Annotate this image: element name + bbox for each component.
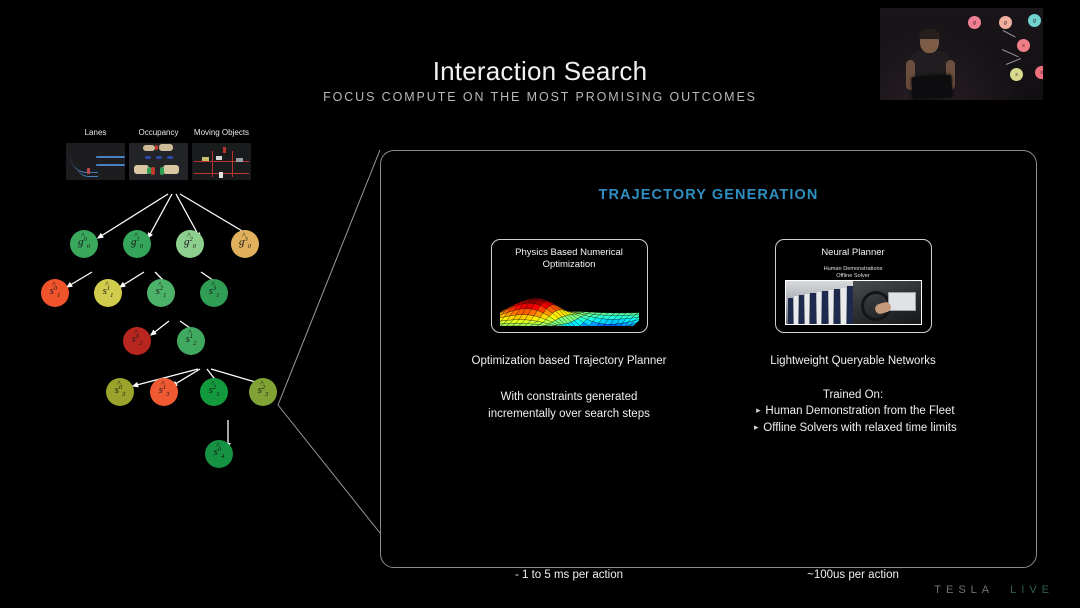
bullet-icon: ▸ (754, 422, 759, 433)
tree-node-s3_3[interactable]: ^ s23 (249, 378, 277, 406)
moving-objects-preview-image (192, 143, 251, 180)
physics-caption-main: Optimization based Trajectory Planner (471, 355, 667, 367)
thumbnail-lanes: Lanes (66, 128, 125, 180)
tree-node-g0_2[interactable]: ^ g20 (176, 230, 204, 258)
physics-caption-sub-line2: incrementally over search steps (488, 407, 650, 420)
interaction-search-tree: ^ g00 ^ g10 ^ g20 ^ g30 ^ s01 ^ s11 ^ s21 ^ s31 ^ s02 ^ s12… (20, 180, 320, 500)
tree-node-s2_0[interactable]: ^ s02 (123, 327, 151, 355)
tree-node-s2_1[interactable]: ^ s12 (177, 327, 205, 355)
trajectory-generation-panel: TRAJECTORY GENERATION Physics Based Nume… (380, 150, 1037, 581)
physics-card-title: Physics Based Numerical Optimization (515, 247, 623, 270)
neural-planner-photos (784, 280, 922, 325)
tree-node-s1_1[interactable]: ^ s11 (94, 279, 122, 307)
column-neural-planner: Neural Planner Human Demonstrations Offl… (703, 239, 1003, 581)
tree-node-s3_2[interactable]: ^ s23 (200, 378, 228, 406)
tree-node-s4_0[interactable]: ^ s04 (205, 440, 233, 468)
thumbnail-label-lanes: Lanes (84, 128, 107, 137)
stage-background (880, 8, 1043, 100)
server-racks-photo (785, 281, 853, 324)
tree-edge (65, 271, 93, 288)
tree-edge (147, 193, 173, 240)
presenter-video-thumbnail[interactable]: g g g s s s (880, 8, 1043, 100)
perception-thumbnails: Lanes Occupancy Moving Objects (66, 128, 256, 184)
tree-edges (65, 193, 271, 450)
neural-card-subtitle: Human Demonstrations Offline Solver (782, 266, 925, 281)
physics-caption-sub-line1: With constraints generated (500, 391, 638, 403)
neural-planner-card[interactable]: Neural Planner Human Demonstrations Offl… (774, 239, 932, 333)
driver-cockpit-photo (853, 281, 921, 324)
tesla-wordmark: TESLA (934, 584, 995, 596)
list-item: ▸ Human Demonstration from the Fleet (703, 403, 1003, 420)
live-wordmark: LIVE (1010, 584, 1054, 596)
tree-node-s1_2[interactable]: ^ s21 (147, 279, 175, 307)
trained-on-bullets: ▸ Human Demonstration from the Fleet ▸ Offl… (703, 403, 1003, 438)
physics-caption-sub: With constraints generated incrementally… (419, 389, 719, 422)
thumbnail-occupancy: Occupancy (129, 128, 188, 180)
neural-card-title: Neural Planner (821, 247, 885, 258)
list-item: ▸ Offline Solvers with relaxed time limit… (703, 420, 1003, 437)
thumbnail-moving-objects: Moving Objects (192, 128, 251, 180)
tree-node-g0_3[interactable]: ^ g30 (231, 230, 259, 258)
surface-plot-graphic (499, 297, 639, 326)
tree-node-s1_3[interactable]: ^ s31 (200, 279, 228, 307)
tree-node-s1_0[interactable]: ^ s01 (41, 279, 69, 307)
occupancy-preview-image (129, 143, 188, 180)
tree-node-g0_0[interactable]: ^ g00 (70, 230, 98, 258)
neural-timing: ~100us per action (807, 569, 899, 581)
neural-card-subtitle-line1: Human Demonstrations (823, 266, 883, 272)
neural-caption-main: Lightweight Queryable Networks (770, 355, 936, 367)
presenter-figure (906, 29, 955, 100)
tree-node-g0_1[interactable]: ^ g10 (123, 230, 151, 258)
panel-heading: TRAJECTORY GENERATION (598, 187, 819, 203)
physics-optimization-card[interactable]: Physics Based Numerical Optimization (490, 239, 648, 333)
lanes-preview-image (66, 143, 125, 180)
trained-on-label: Trained On: (822, 389, 884, 401)
bullet-icon: ▸ (756, 405, 761, 416)
tree-node-s3_1[interactable]: ^ s13 (150, 378, 178, 406)
tree-edge (118, 271, 145, 288)
thumbnail-label-moving-objects: Moving Objects (193, 128, 250, 137)
column-physics-optimization: Physics Based Numerical Optimization Opt… (419, 239, 719, 581)
physics-timing: - 1 to 5 ms per action (514, 569, 624, 581)
tree-node-s3_0[interactable]: ^ s03 (106, 378, 134, 406)
thumbnail-label-occupancy: Occupancy (138, 128, 179, 137)
brand-footer: TESLA LIVE (934, 584, 1054, 596)
tree-edge (149, 320, 170, 336)
